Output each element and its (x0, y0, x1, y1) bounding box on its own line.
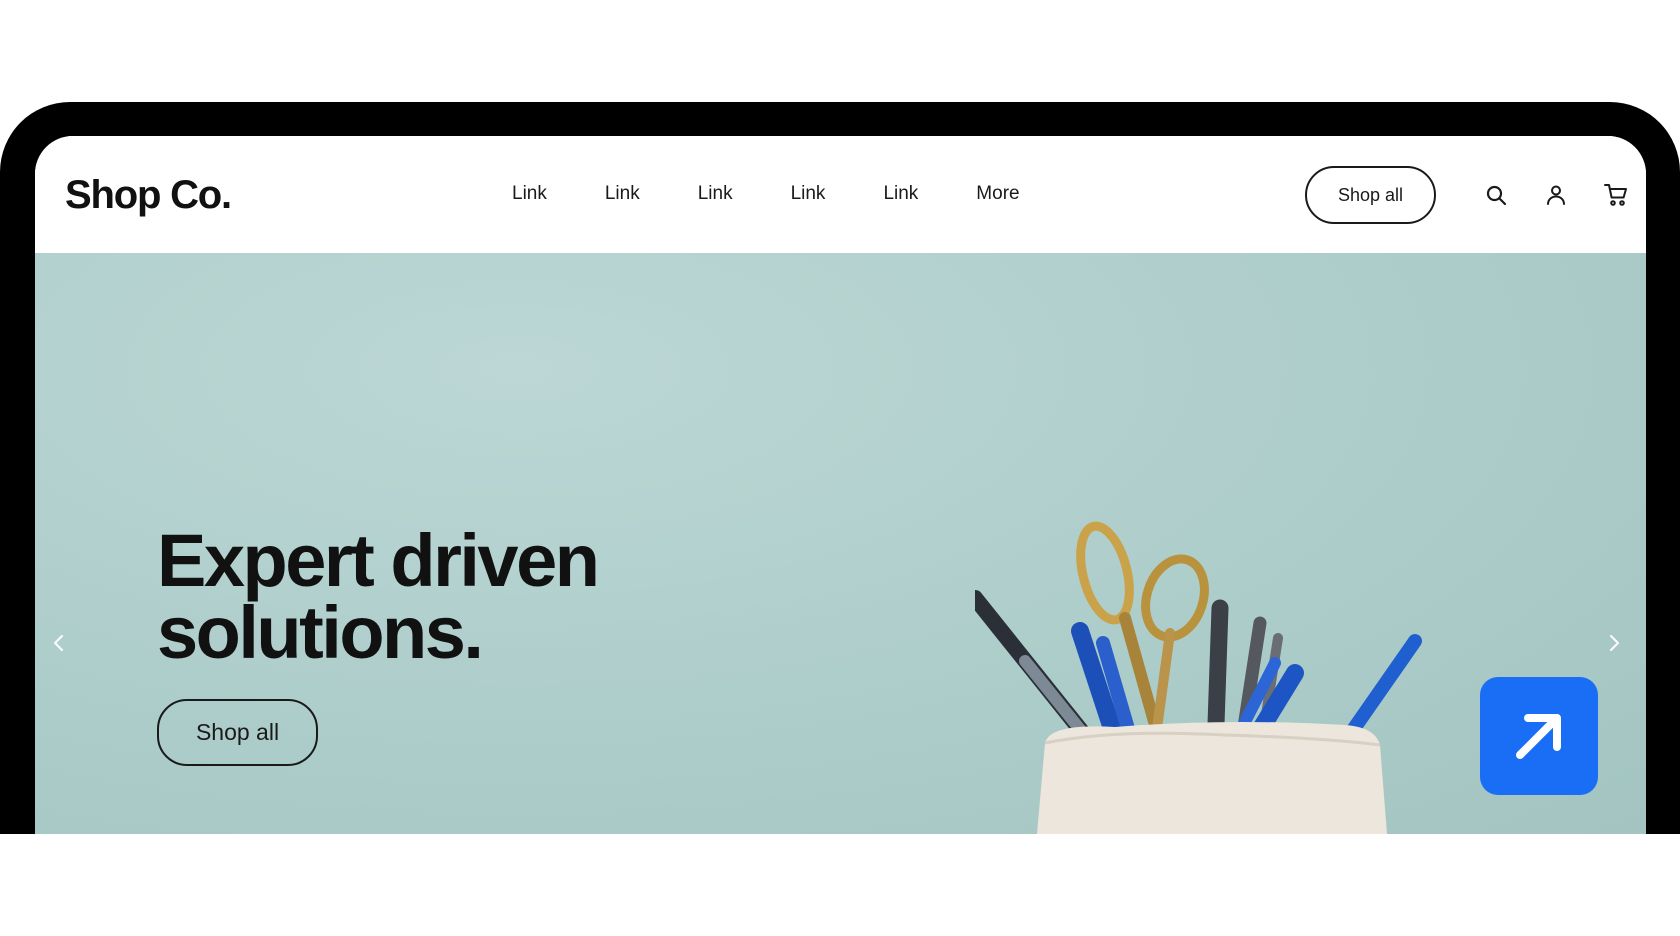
hero-headline-line-2: solutions. (157, 591, 484, 674)
hero-banner: Expert driven solutions. Shop all (35, 253, 1646, 834)
nav-link-more[interactable]: More (976, 183, 1019, 205)
pen-cup-image (975, 521, 1422, 834)
arrow-up-right-icon (1516, 714, 1561, 759)
main-nav: Link Link Link Link Link More (512, 183, 1020, 205)
page-canvas: Shop Co. Link Link Link Link Link More S… (0, 0, 1680, 936)
header-shop-all-button[interactable]: Shop all (1305, 166, 1436, 224)
nav-link-3[interactable]: Link (698, 183, 733, 205)
hero-headline-line-1: Expert driven (157, 519, 600, 602)
header-actions: Shop all (1305, 166, 1646, 224)
chevron-left-icon[interactable] (49, 633, 69, 653)
search-icon[interactable] (1481, 180, 1511, 210)
device-screen: Shop Co. Link Link Link Link Link More S… (35, 136, 1646, 834)
arrow-badge-button[interactable] (1480, 677, 1598, 795)
hero-shop-all-button[interactable]: Shop all (157, 699, 318, 766)
nav-link-2[interactable]: Link (605, 183, 640, 205)
chevron-right-icon[interactable] (1604, 633, 1624, 653)
nav-link-4[interactable]: Link (791, 183, 826, 205)
nav-link-1[interactable]: Link (512, 183, 547, 205)
hero-headline: Expert driven solutions. (157, 519, 600, 674)
user-icon[interactable] (1541, 180, 1571, 210)
site-header: Shop Co. Link Link Link Link Link More S… (35, 136, 1646, 253)
nav-link-5[interactable]: Link (883, 183, 918, 205)
cart-icon[interactable] (1601, 180, 1631, 210)
site-logo[interactable]: Shop Co. (65, 173, 232, 218)
